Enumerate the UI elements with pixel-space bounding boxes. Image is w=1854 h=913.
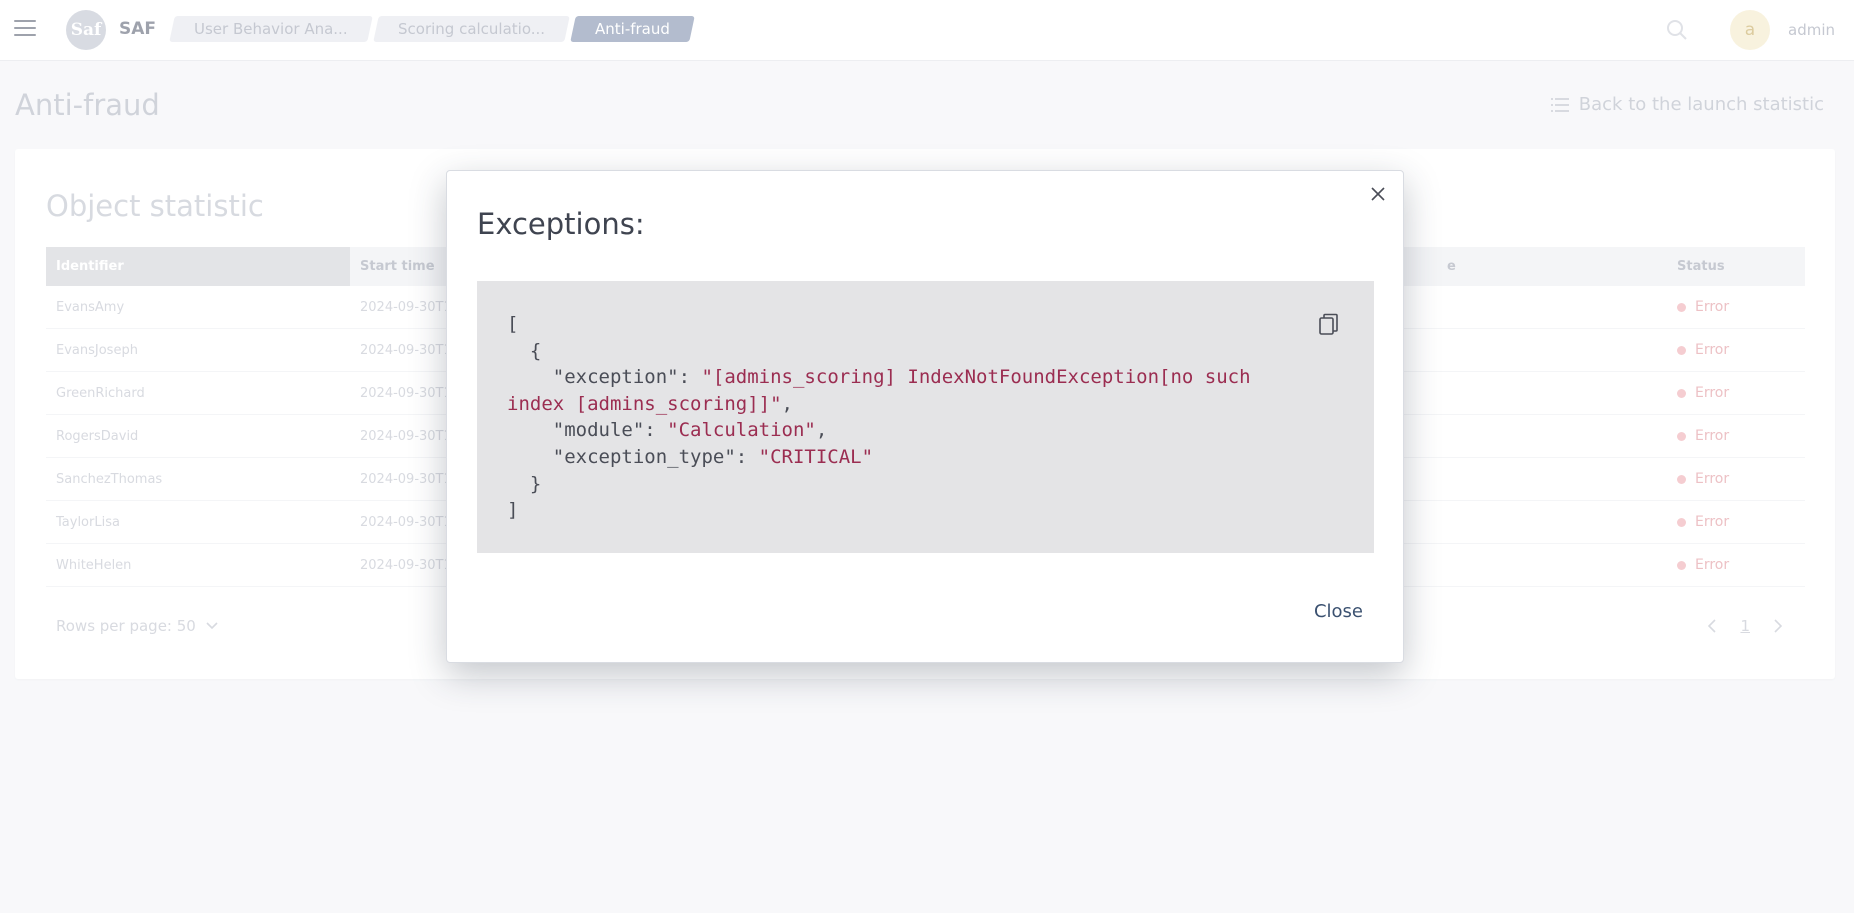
json-close-brace: }	[507, 472, 542, 495]
json-key-exception: "exception":	[507, 366, 702, 389]
exception-json[interactable]: [ { "exception": "[admins_scoring] Index…	[507, 311, 1307, 524]
json-value-module: "Calculation"	[667, 419, 816, 442]
exceptions-dialog: Exceptions: [ { "exception": "[admins_sc…	[446, 170, 1404, 663]
copy-icon[interactable]	[1318, 313, 1340, 337]
exception-code-block: [ { "exception": "[admins_scoring] Index…	[477, 281, 1374, 553]
dialog-title: Exceptions:	[477, 207, 645, 241]
json-open-bracket: [	[507, 313, 519, 335]
close-icon[interactable]	[1367, 183, 1389, 205]
json-close-bracket: ]	[507, 499, 519, 522]
json-open-brace: {	[507, 339, 542, 362]
json-key-exception-type: "exception_type":	[507, 445, 759, 468]
json-key-module: "module":	[507, 419, 668, 442]
close-button[interactable]: Close	[1314, 601, 1363, 622]
json-value-exception-type: "CRITICAL"	[758, 445, 874, 468]
